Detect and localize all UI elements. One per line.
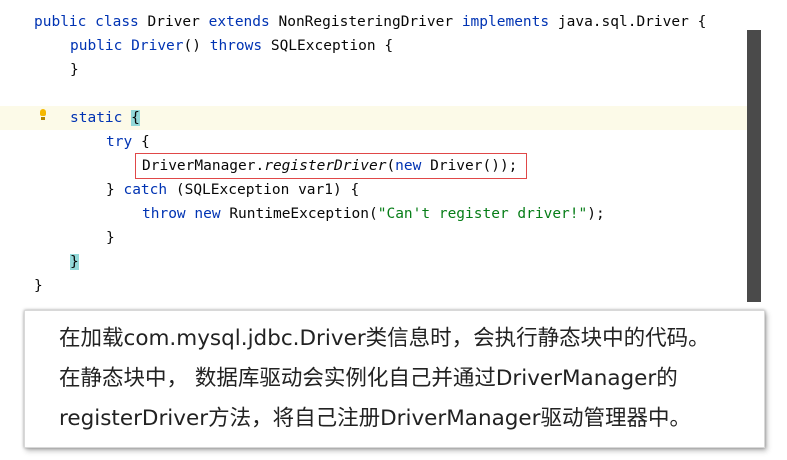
close-brace: } — [106, 230, 115, 246]
highlight-box — [135, 153, 527, 179]
open-brace: { — [384, 38, 394, 54]
keyword-public: public — [70, 38, 123, 54]
catch-args: (SQLException var1) { — [175, 182, 360, 198]
caption-box: 在加载com.mysql.jdbc.Driver类信息时，会执行静态块中的代码。… — [24, 310, 765, 448]
close-brace: } — [106, 182, 115, 198]
code-line: } — [0, 250, 747, 274]
keyword-implements: implements — [461, 14, 550, 30]
code-line: public class Driver extends NonRegisteri… — [0, 10, 747, 34]
code-line: try { — [0, 130, 747, 154]
keyword-class: class — [95, 14, 139, 30]
lightbulb-icon[interactable] — [38, 108, 48, 122]
code-line: throw new RuntimeException("Can't regist… — [0, 202, 747, 226]
class-name: Driver — [147, 14, 200, 30]
keyword-extends: extends — [208, 14, 270, 30]
constructor-name: Driver — [131, 38, 184, 54]
keyword-throws: throws — [209, 38, 263, 54]
close-brace: } — [70, 62, 79, 78]
keyword-static: static — [70, 110, 123, 126]
keyword-throw: throw — [142, 206, 186, 222]
exception-type: SQLException — [270, 38, 376, 54]
matched-brace: } — [70, 254, 79, 270]
keyword-public: public — [34, 14, 87, 30]
code-line: public Driver() throws SQLException { — [0, 34, 747, 58]
code-line-current: static { — [0, 106, 747, 130]
code-line: } — [0, 274, 747, 298]
open-brace: { — [697, 14, 707, 30]
error-message-string: "Can't register driver!" — [377, 206, 588, 222]
editor-scrollbar[interactable] — [747, 30, 761, 302]
caption-line: registerDriver方法，将自己注册DriverManager驱动管理器… — [59, 406, 691, 431]
code-line: } catch (SQLException var1) { — [0, 178, 747, 202]
keyword-catch: catch — [123, 182, 168, 198]
code-editor: public class Driver extends NonRegisteri… — [0, 0, 747, 300]
open-brace: { — [140, 134, 150, 150]
caption-line: 在静态块中， 数据库驱动会实例化自己并通过DriverManager的 — [59, 366, 678, 391]
parent-class: NonRegisteringDriver — [278, 14, 454, 30]
keyword-try: try — [106, 134, 133, 150]
parens: () — [183, 38, 201, 54]
keyword-new: new — [194, 206, 221, 222]
caption-line: 在加载com.mysql.jdbc.Driver类信息时，会执行静态块中的代码。 — [59, 326, 710, 351]
statement-end: ); — [587, 206, 605, 222]
interface-name: java.sql.Driver — [557, 14, 689, 30]
close-brace: } — [34, 278, 43, 294]
matched-brace: { — [131, 110, 140, 126]
code-line: } — [0, 58, 747, 82]
exception-constructor: RuntimeException( — [229, 206, 378, 222]
code-line: } — [0, 226, 747, 250]
